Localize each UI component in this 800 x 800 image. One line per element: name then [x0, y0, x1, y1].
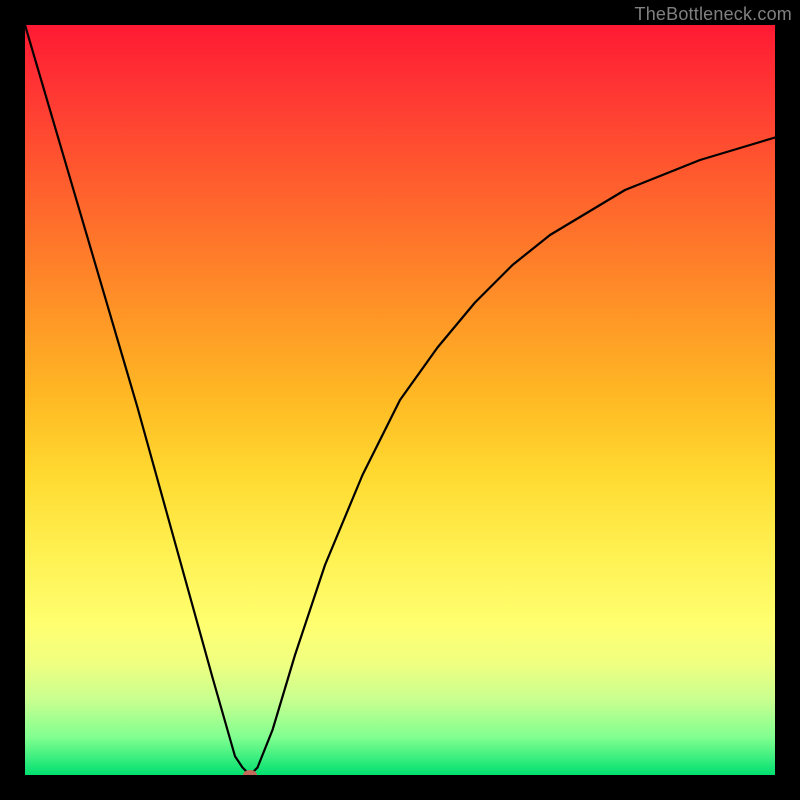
- plot-area: [25, 25, 775, 775]
- gradient-background: [25, 25, 775, 775]
- watermark-text: TheBottleneck.com: [635, 4, 792, 25]
- marker-dot: [243, 770, 257, 775]
- chart-container: TheBottleneck.com: [0, 0, 800, 800]
